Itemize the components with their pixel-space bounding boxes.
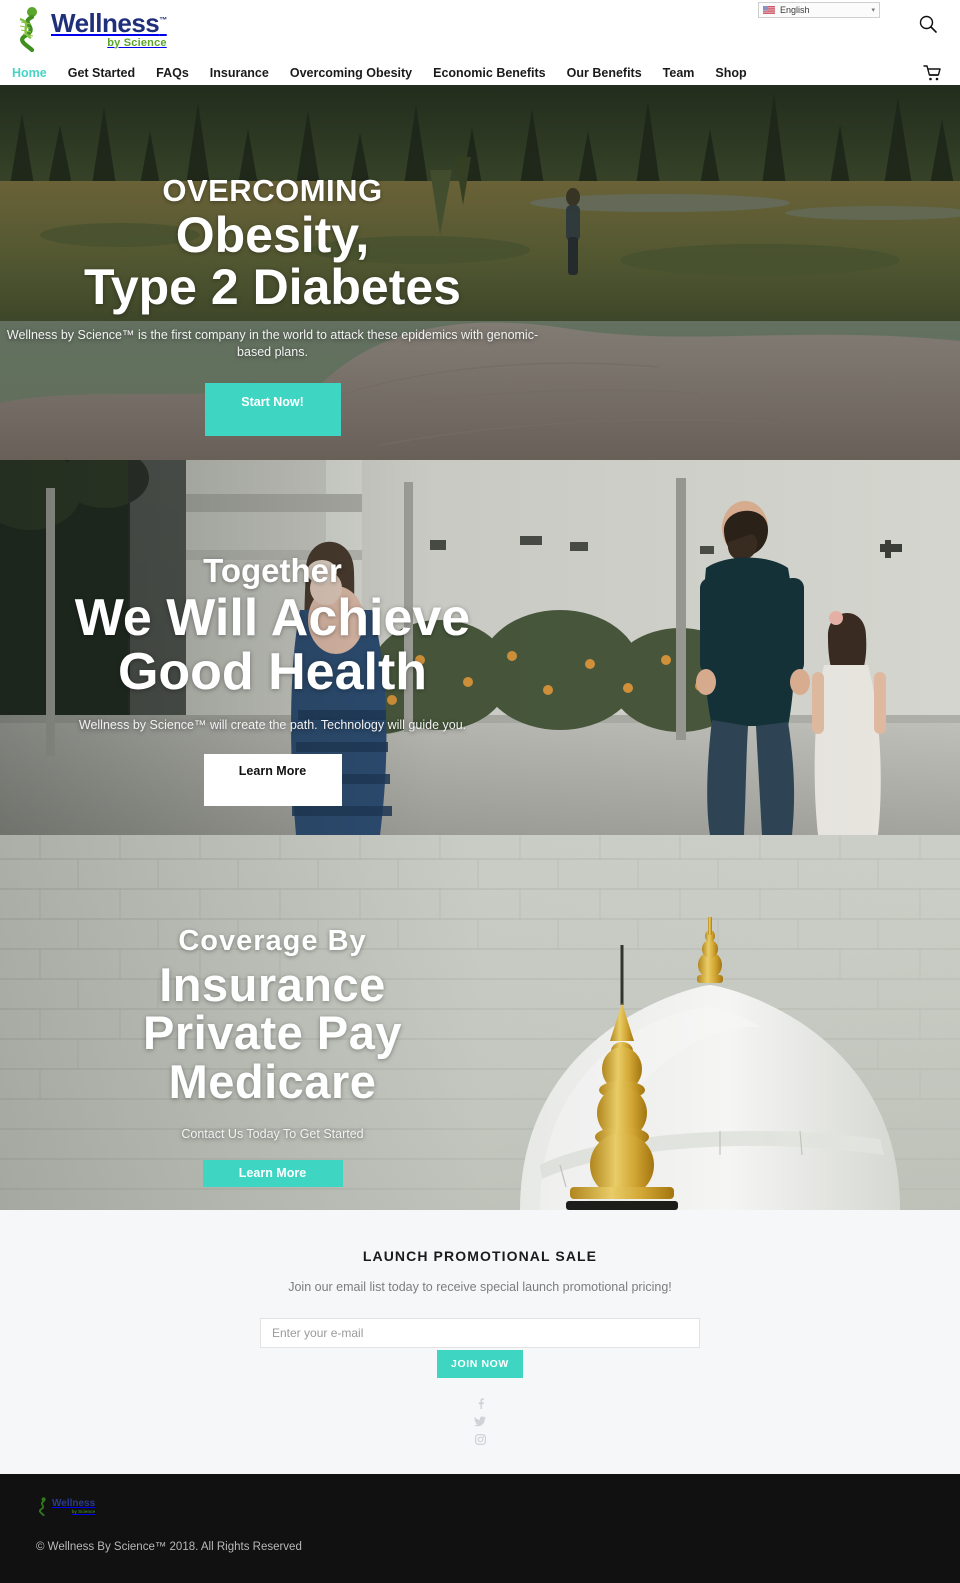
social-links [0, 1398, 960, 1445]
facebook-icon[interactable] [475, 1398, 486, 1409]
hero1-content: OVERCOMING Obesity, Type 2 Diabetes Well… [0, 85, 545, 436]
hero3-title-line2: Private Pay [143, 1006, 402, 1060]
logo-main-text: Wellness™ [51, 7, 167, 38]
nav-item-overcoming-obesity[interactable]: Overcoming Obesity [290, 64, 412, 82]
hero3-cta-button[interactable]: Learn More [202, 1160, 343, 1188]
hero1-title: Obesity, Type 2 Diabetes [0, 207, 545, 315]
nav-list: Home Get Started FAQs Insurance Overcomi… [0, 60, 960, 85]
hero2-subtitle: Wellness by Science™ will create the pat… [78, 718, 467, 733]
language-label: English [780, 5, 810, 15]
nav-item-faqs[interactable]: FAQs [156, 64, 189, 82]
nav-link-insurance[interactable]: Insurance [210, 66, 269, 80]
hero3-eyebrow: Coverage By [178, 925, 367, 957]
logo-sub-text: by Science [107, 36, 167, 49]
email-signup-form: JOIN NOW [260, 1318, 700, 1378]
footer-logo-sub: by Science [71, 1508, 96, 1514]
hero3-title-line1: Insurance [159, 958, 386, 1011]
nav-link-overcoming-obesity[interactable]: Overcoming Obesity [290, 66, 412, 80]
hero2-eyebrow: Together [203, 552, 342, 589]
hero2-content: Together We Will Achieve Good Health Wel… [0, 460, 545, 806]
hero1-title-line2: Type 2 Diabetes [83, 258, 461, 315]
language-selector[interactable]: English ▾ [758, 2, 880, 18]
nav-item-insurance[interactable]: Insurance [210, 64, 269, 82]
hero-slide-obesity: OVERCOMING Obesity, Type 2 Diabetes Well… [0, 85, 960, 460]
nav-item-get-started[interactable]: Get Started [68, 64, 135, 82]
nav-item-home[interactable]: Home [12, 64, 47, 82]
hero2-title-line1: We Will Achieve [74, 589, 471, 647]
hero2-title: We Will Achieve Good Health [0, 589, 545, 701]
join-now-button[interactable]: JOIN NOW [437, 1350, 523, 1378]
nav-link-team[interactable]: Team [663, 66, 695, 80]
hero2-cta-button[interactable]: Learn More [203, 753, 342, 806]
hero3-subtitle: Contact Us Today To Get Started [181, 1127, 364, 1142]
nav-item-shop[interactable]: Shop [715, 64, 746, 82]
copyright-text: © Wellness By Science™ 2018. All Rights … [36, 1541, 302, 1553]
nav-link-home[interactable]: Home [12, 66, 47, 80]
promo-description: Join our email list today to receive spe… [288, 1280, 672, 1294]
shopping-cart-icon[interactable] [922, 63, 942, 83]
nav-link-shop[interactable]: Shop [715, 66, 746, 80]
nav-link-economic-benefits[interactable]: Economic Benefits [433, 66, 546, 80]
main-navigation: Home Get Started FAQs Insurance Overcomi… [0, 60, 960, 85]
footer-logo-text: Wellness by Science [52, 1497, 96, 1515]
hero1-subtitle: Wellness by Science™ is the first compan… [6, 328, 539, 359]
top-bar: Wellness™ by Science English ▾ [0, 0, 960, 60]
hero1-cta-button[interactable]: Start Now! [204, 382, 341, 436]
instagram-icon[interactable] [474, 1434, 486, 1445]
nav-link-faqs[interactable]: FAQs [156, 66, 189, 80]
hero3-content: Coverage By Insurance Private Pay Medica… [0, 835, 545, 1188]
nav-link-get-started[interactable]: Get Started [68, 66, 135, 80]
nav-item-team[interactable]: Team [663, 64, 695, 82]
hero1-title-line1: Obesity, [175, 207, 370, 263]
hero2-title-line2: Good Health [117, 642, 428, 701]
logo-trademark: ™ [159, 14, 167, 24]
footer-logo-main: Wellness [52, 1497, 96, 1509]
hero-slide-coverage: Coverage By Insurance Private Pay Medica… [0, 835, 960, 1210]
promo-heading: LAUNCH PROMOTIONAL SALE [362, 1248, 598, 1264]
twitter-icon[interactable] [474, 1416, 486, 1427]
nav-link-our-benefits[interactable]: Our Benefits [567, 66, 642, 80]
hero-slide-good-health: Together We Will Achieve Good Health Wel… [0, 460, 960, 835]
chevron-down-icon: ▾ [871, 7, 875, 14]
page-root: Wellness™ by Science English ▾ Home Get … [0, 0, 960, 1583]
hero1-eyebrow: OVERCOMING [162, 173, 383, 208]
nav-item-economic-benefits[interactable]: Economic Benefits [433, 64, 546, 82]
email-input[interactable] [260, 1318, 700, 1348]
dna-helix-icon [19, 7, 37, 52]
site-footer: Wellness by Science © Wellness By Scienc… [0, 1474, 960, 1583]
search-icon[interactable] [918, 14, 938, 34]
site-logo[interactable]: Wellness™ by Science [12, 6, 167, 52]
hero3-title: Insurance Private Pay Medicare [0, 958, 545, 1108]
footer-logo[interactable]: Wellness by Science [36, 1497, 960, 1516]
nav-item-our-benefits[interactable]: Our Benefits [567, 64, 642, 82]
promo-section: LAUNCH PROMOTIONAL SALE Join our email l… [0, 1210, 960, 1474]
logo-text: Wellness™ by Science [51, 10, 167, 49]
us-flag-icon [763, 6, 775, 14]
hero3-title-line3: Medicare [168, 1054, 377, 1108]
dna-helix-icon [38, 1497, 46, 1516]
